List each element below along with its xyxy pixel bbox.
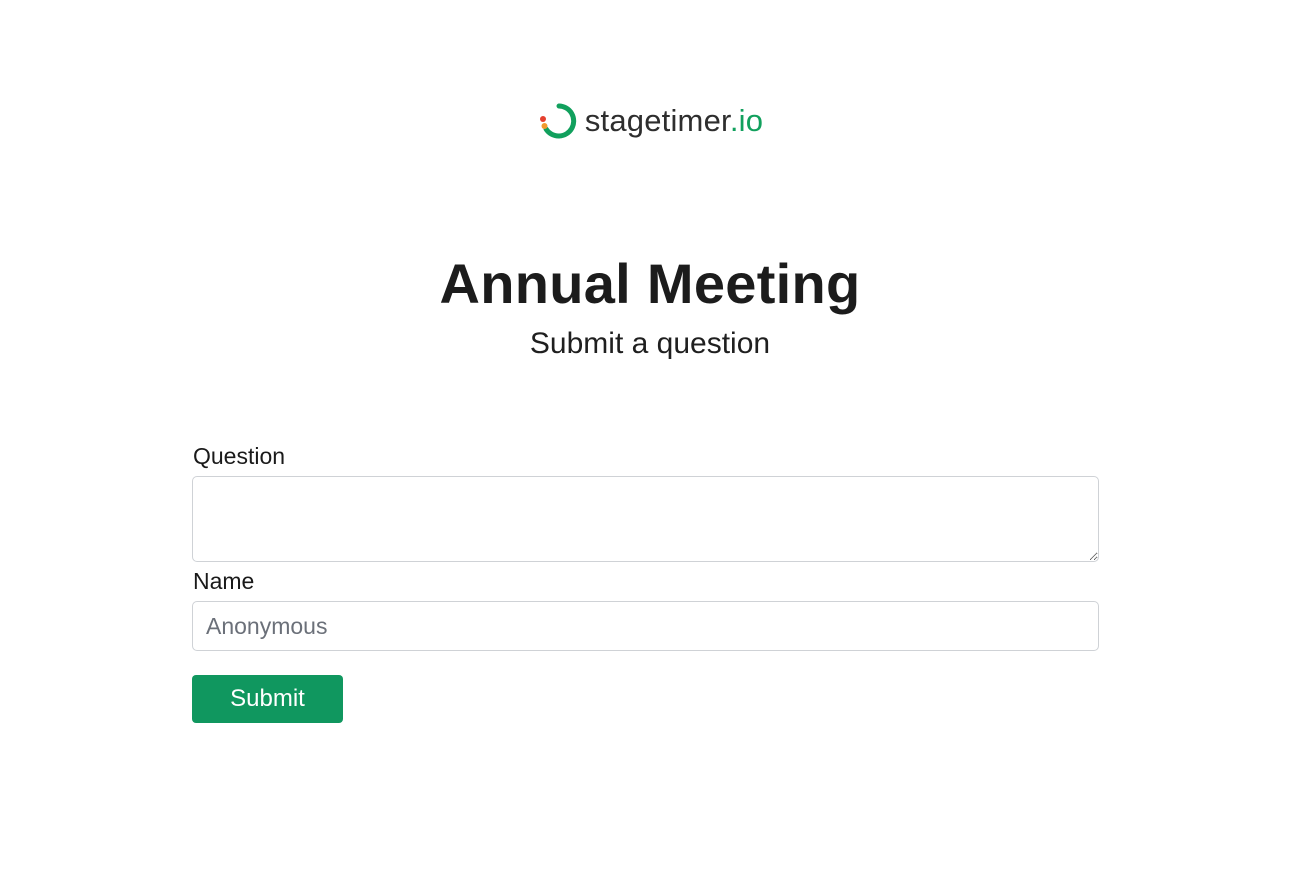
brand-name-main: stagetimer [584, 103, 730, 138]
brand-logo: stagetimer.io [0, 101, 1300, 141]
question-form: Question Name Submit [192, 442, 1099, 723]
name-label: Name [193, 568, 255, 594]
question-label: Question [193, 443, 286, 469]
name-input[interactable] [192, 601, 1099, 651]
page-subtitle: Submit a question [529, 327, 771, 360]
stagetimer-logo-icon [539, 103, 576, 139]
question-textarea[interactable] [192, 476, 1099, 562]
page-title: Annual Meeting [439, 252, 861, 315]
brand-logo-inner: stagetimer.io [537, 101, 763, 141]
brand-name: stagetimer.io [585, 103, 763, 139]
page: stagetimer.io Annual Meeting Submit a qu… [0, 0, 1300, 896]
brand-name-accent: .io [729, 103, 764, 138]
submit-button[interactable]: Submit [192, 675, 343, 723]
